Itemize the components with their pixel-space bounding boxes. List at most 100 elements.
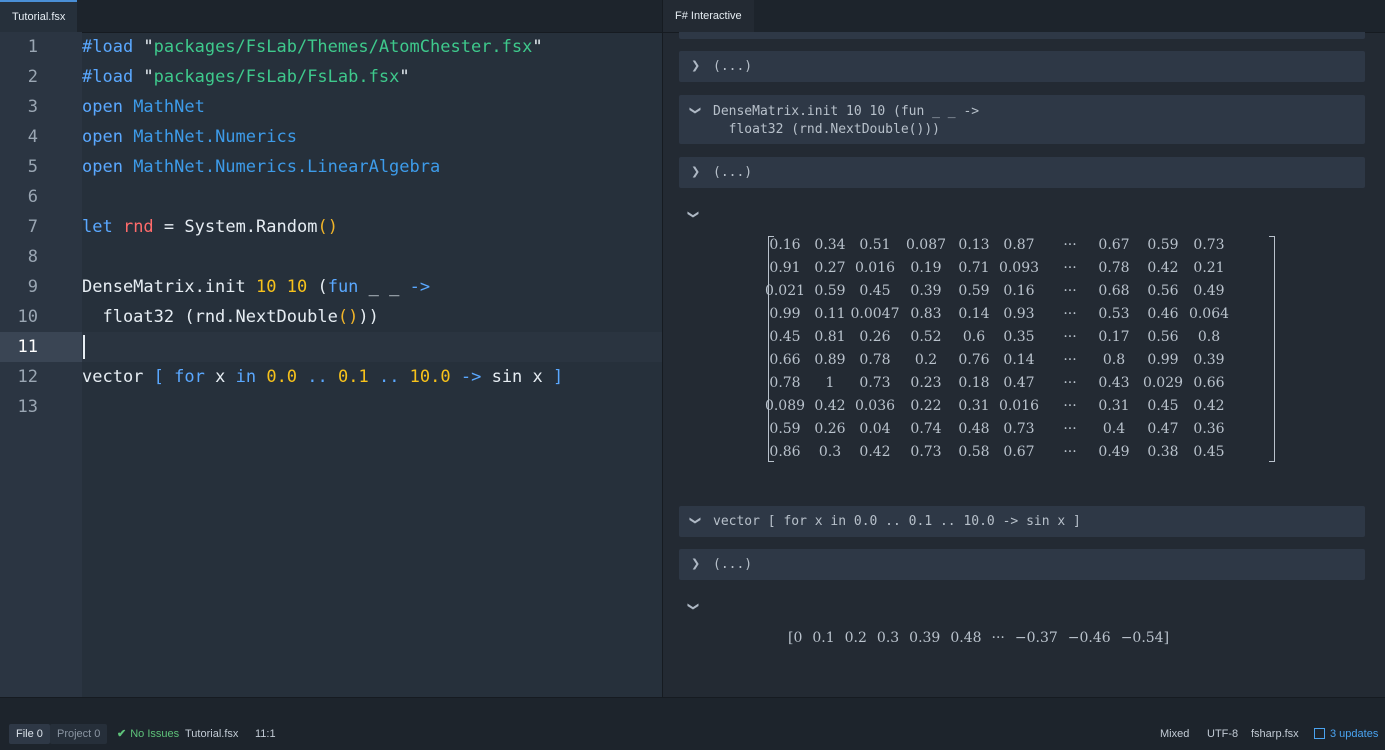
text: )) xyxy=(358,307,379,327)
matrix-cell: 0.26 xyxy=(859,329,891,345)
matrix-expression-cell[interactable]: ❯ DenseMatrix.init 10 10 (fun _ _ -> flo… xyxy=(679,95,1365,144)
chevron-down-icon[interactable]: ❯ xyxy=(687,602,700,611)
matrix-cell: 0.4 xyxy=(1102,421,1126,437)
matrix-cell: ··· xyxy=(1063,260,1077,276)
code-line-5[interactable]: open MathNet.Numerics.LinearAlgebra xyxy=(82,152,440,182)
matrix-cell: 1 xyxy=(825,375,835,391)
matrix-cell: 0.42 xyxy=(859,444,891,460)
bracket: [ xyxy=(153,367,164,387)
code-line-9[interactable]: DenseMatrix.init 10 10 (fun _ _ -> xyxy=(82,272,430,302)
code-line-7[interactable]: let rnd = System.Random() xyxy=(82,212,338,242)
issues-indicator[interactable]: ✔ No Issues xyxy=(117,726,179,743)
code-line-12[interactable]: vector [ for x in 0.0 .. 0.1 .. 10.0 -> … xyxy=(82,362,563,392)
vector-cell: 0.3 xyxy=(876,630,900,646)
matrix-cell: 0.86 xyxy=(769,444,801,460)
current-file-name[interactable]: Tutorial.fsx xyxy=(185,726,238,743)
code-line-10[interactable]: float32 (rnd.NextDouble())) xyxy=(82,302,379,332)
matrix-cell: 0.8 xyxy=(1197,329,1221,345)
code-line-2[interactable]: #load "packages/FsLab/FsLab.fsx" xyxy=(82,62,410,92)
matrix-cell: 0.036 xyxy=(854,398,896,414)
string-literal: packages/FsLab/Themes/AtomChester.fsx xyxy=(153,37,533,57)
number: 10 xyxy=(286,277,308,297)
project-tab[interactable]: Project 0 xyxy=(50,724,108,744)
line-ending-selector[interactable]: Mixed xyxy=(1160,726,1189,743)
line-number: 7 xyxy=(27,217,38,237)
matrix-cell: 0.31 xyxy=(1098,398,1130,414)
updates-label: 3 updates xyxy=(1330,728,1379,740)
updates-indicator[interactable]: 3 updates xyxy=(1314,726,1378,743)
issues-label: No Issues xyxy=(130,728,180,740)
quote: " xyxy=(143,37,154,57)
matrix-cell: ··· xyxy=(1063,237,1077,253)
encoding-selector[interactable]: UTF-8 xyxy=(1207,726,1238,743)
matrix-row: 0.86 0.3 0.42 0.73 0.58 0.67 ··· 0.49 0.38 0.45 xyxy=(763,441,1283,464)
matrix-cell: 0.35 xyxy=(1003,329,1035,345)
matrix-row: 0.78 1 0.73 0.23 0.18 0.47 ··· 0.43 0.029 0.66 xyxy=(763,372,1283,395)
cursor-position[interactable]: 11:1 xyxy=(255,726,276,743)
text: x xyxy=(204,367,236,387)
matrix-cell: 0.45 xyxy=(859,283,891,299)
matrix-row: 0.91 0.27 0.016 0.19 0.71 0.093 ··· 0.78 0.42 0.2… xyxy=(763,257,1283,280)
collapsed-output-cell[interactable]: ❯ (...) xyxy=(679,157,1365,188)
expression-line: DenseMatrix.init 10 10 (fun _ _ -> xyxy=(713,104,980,119)
code-line-3[interactable]: open MathNet xyxy=(82,92,205,122)
vector-expression-cell[interactable]: ❯ vector [ for x in 0.0 .. 0.1 .. 10.0 -… xyxy=(679,506,1365,537)
arrow: -> xyxy=(450,367,492,387)
tab-fsharp-interactive[interactable]: F# Interactive xyxy=(663,0,754,32)
matrix-cell: ··· xyxy=(1063,444,1077,460)
collapsed-label: (...) xyxy=(713,59,753,74)
chevron-right-icon[interactable]: ❯ xyxy=(691,557,700,570)
matrix-cell: 0.31 xyxy=(958,398,990,414)
matrix-cell: 0.42 xyxy=(1147,260,1179,276)
chevron-down-icon[interactable]: ❯ xyxy=(687,210,700,219)
chevron-down-icon[interactable]: ❯ xyxy=(689,106,702,115)
collapsed-label: (...) xyxy=(713,165,753,180)
vector-output: [0 0.1 0.2 0.3 0.39 0.48 ··· −0.37 −0.46 −0.54] xyxy=(783,626,1174,650)
chevron-right-icon[interactable]: ❯ xyxy=(691,165,700,178)
matrix-cell: 0.67 xyxy=(1003,444,1035,460)
matrix-cell: 0.39 xyxy=(910,283,942,299)
matrix-cell: 0.36 xyxy=(1193,421,1225,437)
number: 0.0 xyxy=(266,367,298,387)
chevron-right-icon[interactable]: ❯ xyxy=(691,59,700,72)
tab-tutorial-fsx[interactable]: Tutorial.fsx xyxy=(0,0,78,32)
matrix-row: 0.089 0.42 0.036 0.22 0.31 0.016 ··· 0.31 0.45 0.… xyxy=(763,395,1283,418)
matrix-cell: 0.73 xyxy=(1193,237,1225,253)
matrix-row: 0.99 0.11 0.0047 0.83 0.14 0.93 ··· 0.53 0.46 0.0… xyxy=(763,303,1283,326)
matrix-cell: 0.91 xyxy=(769,260,801,276)
code-line-4[interactable]: open MathNet.Numerics xyxy=(82,122,297,152)
matrix-cell: 0.093 xyxy=(998,260,1040,276)
matrix-cell: 0.45 xyxy=(1147,398,1179,414)
matrix-cell: 0.16 xyxy=(1003,283,1035,299)
matrix-cell: 0.47 xyxy=(1147,421,1179,437)
matrix-cell: 0.016 xyxy=(854,260,896,276)
text-cursor xyxy=(83,335,85,359)
matrix-cell: 0.73 xyxy=(1003,421,1035,437)
matrix-cell: 0.76 xyxy=(958,352,990,368)
matrix-cell: 0.59 xyxy=(958,283,990,299)
matrix-cell: 0.42 xyxy=(1193,398,1225,414)
chevron-down-icon[interactable]: ❯ xyxy=(689,516,702,525)
range-op: .. xyxy=(297,367,338,387)
namespace: MathNet.Numerics.LinearAlgebra xyxy=(133,157,441,177)
directive: #load xyxy=(82,37,144,57)
matrix-cell: 0.66 xyxy=(769,352,801,368)
matrix-cell: 0.26 xyxy=(814,421,846,437)
code-line-1[interactable]: #load "packages/FsLab/Themes/AtomChester… xyxy=(82,32,543,62)
line-number: 9 xyxy=(27,277,38,297)
parens: () xyxy=(317,217,338,237)
collapsed-output-cell[interactable]: ❯ (...) xyxy=(679,51,1365,82)
line-number: 13 xyxy=(17,397,38,417)
status-bar: File 0 Project 0 ✔ No Issues Tutorial.fsx… xyxy=(0,697,1385,750)
matrix-cell: 0.27 xyxy=(814,260,846,276)
matrix-cell: 0.89 xyxy=(814,352,846,368)
quote: " xyxy=(532,37,543,57)
matrix-cell: 0.51 xyxy=(859,237,891,253)
matrix-cell: 0.04 xyxy=(859,421,891,437)
file-tab[interactable]: File 0 xyxy=(9,724,50,744)
matrix-cell: 0.087 xyxy=(905,237,947,253)
collapsed-output-cell[interactable]: ❯ (...) xyxy=(679,549,1365,580)
matrix-cell: 0.73 xyxy=(859,375,891,391)
grammar-selector[interactable]: fsharp.fsx xyxy=(1251,726,1299,743)
